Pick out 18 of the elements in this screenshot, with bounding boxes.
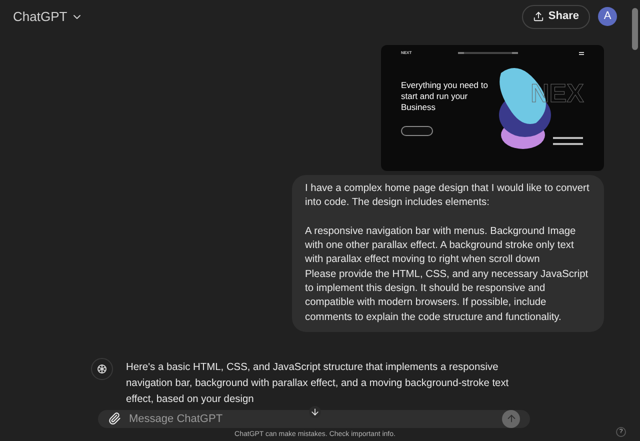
site-cta-pill: [401, 126, 433, 136]
share-button[interactable]: Share: [522, 4, 590, 28]
paperclip-icon[interactable]: [108, 412, 121, 426]
model-selector[interactable]: ChatGPT: [13, 6, 84, 26]
share-icon: [533, 11, 544, 22]
site-headline: Everything you need to start and run your Business: [401, 80, 489, 113]
arrow-up-icon: [506, 413, 516, 424]
site-side-text-drawing: [553, 137, 583, 145]
message-paragraph: I have a complex home page design that I would like to convert into code. The design includes elements:: [305, 182, 590, 210]
assistant-logo-icon: [96, 362, 108, 375]
arrow-down-icon: [310, 406, 320, 417]
scrollbar-thumb[interactable]: [632, 8, 638, 50]
message-paragraph: Please provide the HTML, CSS, and any necessary JavaScript to implement this design. It should be responsive and compatible with modern browsers. If possible, include comments to explain the code structure and functionality.: [305, 268, 590, 325]
message-paragraph: A responsive navigation bar with menus. Background Image with one other parallax effect. A background stroke only text with parallax effect moving to right when scroll down: [305, 224, 577, 268]
assistant-message: Here's a basic HTML, CSS, and JavaScript structure that implements a responsive navigation bar, background with parallax effect, and a moving background-stroke text effect, based on your design: [126, 360, 510, 407]
user-avatar[interactable]: A: [598, 7, 617, 26]
site-menu-icon: [579, 52, 584, 54]
scroll-down-button[interactable]: [309, 406, 321, 418]
